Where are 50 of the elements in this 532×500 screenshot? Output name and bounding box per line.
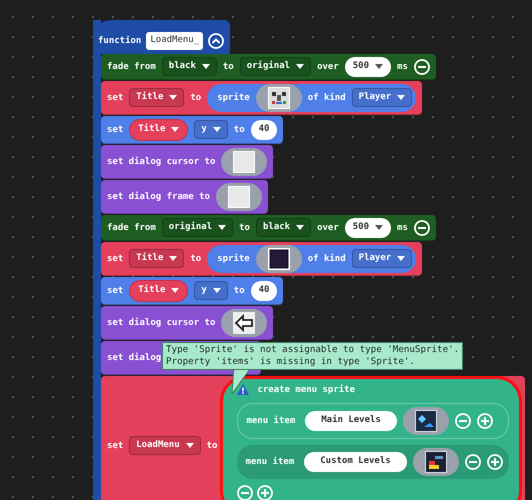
block-label: of kind	[308, 252, 346, 266]
block-label: create menu sprite	[257, 384, 356, 396]
number-field[interactable]: 40	[250, 280, 278, 300]
block-label: sprite	[217, 92, 250, 104]
block-label: set dialog cursor to	[107, 156, 216, 168]
block-label: of kind	[308, 92, 346, 104]
dropdown[interactable]: y	[194, 281, 228, 300]
name-field[interactable]: LoadMenu_	[146, 32, 204, 50]
number-dropdown[interactable]: 500	[344, 218, 392, 238]
block-label: set	[107, 92, 124, 104]
dropdown[interactable]: Player	[352, 249, 412, 268]
block-label: menu item	[245, 456, 294, 468]
text-field[interactable]: Custom Levels	[304, 452, 407, 472]
text-field[interactable]: Main Levels	[305, 410, 397, 430]
block-label: set dialog frame to	[107, 190, 210, 204]
block-label: to	[206, 440, 218, 452]
block-label: ms	[397, 60, 408, 74]
block-label: set dialog	[107, 352, 162, 364]
block-label: over	[317, 60, 339, 74]
dropdown[interactable]: LoadMenu	[129, 436, 201, 455]
number-dropdown[interactable]: 500	[344, 56, 392, 76]
block-label: sprite	[217, 252, 250, 266]
block-label: to	[234, 284, 245, 298]
dropdown[interactable]: Title	[129, 249, 184, 268]
block-label: to	[190, 252, 202, 266]
block-label: ms	[397, 222, 408, 234]
block-label: set	[107, 252, 124, 266]
block-label: over	[317, 222, 339, 234]
dropdown[interactable]: black	[256, 218, 312, 237]
dropdown[interactable]: original	[162, 218, 234, 237]
block-label: set	[107, 284, 124, 298]
dropdown[interactable]: black	[162, 57, 217, 76]
block-label: fade from	[107, 222, 156, 234]
dropdown[interactable]: Title	[129, 88, 184, 107]
block-label: fade from	[107, 60, 156, 74]
dropdown[interactable]: original	[240, 57, 312, 76]
dropdown[interactable]: y	[194, 120, 228, 139]
block-label: to	[234, 124, 245, 136]
block-label: set	[107, 124, 124, 136]
block-label: set dialog cursor to	[107, 316, 216, 330]
block-label: menu item	[246, 414, 296, 428]
block-label: set	[107, 440, 124, 452]
block-label: to	[239, 222, 250, 234]
dropdown[interactable]: Player	[352, 88, 412, 107]
variable-dropdown[interactable]: Title	[129, 118, 188, 140]
variable-dropdown[interactable]: Title	[129, 280, 188, 302]
block-label: to	[222, 60, 234, 74]
number-field[interactable]: 40	[250, 120, 278, 140]
block-label: to	[190, 92, 202, 104]
block-label: function	[98, 34, 142, 48]
